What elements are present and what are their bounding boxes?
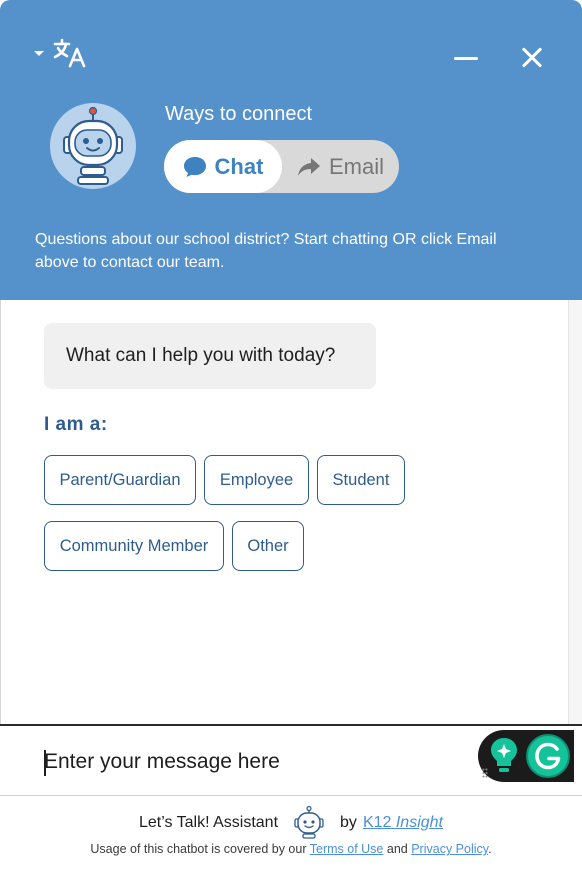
privacy-policy-link[interactable]: Privacy Policy (411, 842, 488, 856)
and-label: and (386, 842, 408, 856)
chat-tab-label: Chat (214, 153, 264, 179)
text-caret (44, 750, 46, 776)
option-community-member[interactable]: Community Member (44, 521, 224, 571)
legal-notice: Usage of this chatbot is covered by our … (0, 842, 582, 856)
share-arrow-icon (297, 157, 320, 176)
lightbulb-sparkle-icon (491, 738, 517, 772)
by-label: by (340, 814, 357, 831)
legal-prefix: Usage of this chatbot is covered by our (90, 842, 307, 856)
header-description: Questions about our school district? Sta… (35, 231, 497, 271)
option-employee[interactable]: Employee (204, 455, 309, 505)
grammarly-logo-icon (526, 734, 570, 778)
chat-tab[interactable]: Chat (164, 140, 282, 193)
terms-of-use-link[interactable]: Terms of Use (310, 842, 384, 856)
chat-bubble-icon (183, 156, 206, 177)
brand-insight: Insight (395, 814, 443, 831)
header-title: Ways to connect (165, 103, 313, 125)
close-icon[interactable] (518, 44, 546, 72)
caret-down-icon (34, 50, 44, 56)
role-prompt-label: I am a: (44, 414, 108, 435)
footer-branding: Let’s Talk! Assistant by K12 Insight (0, 806, 582, 840)
translate-icon (53, 38, 86, 68)
conversation-scrollbar[interactable] (568, 300, 582, 724)
assistant-name: Let’s Talk! Assistant (138, 814, 279, 831)
bot-message: What can I help you with today? (44, 323, 376, 389)
robot-icon (63, 106, 123, 185)
legal-period: . (488, 842, 492, 856)
contact-mode-toggle: Chat Email (164, 140, 399, 193)
robot-avatar (50, 103, 136, 189)
minimize-icon[interactable] (452, 44, 480, 72)
brand-k12: K12 (362, 814, 392, 831)
chat-header: Ways to connect Chat Email Questions abo… (0, 0, 582, 300)
chat-widget: Ways to connect Chat Email Questions abo… (0, 0, 582, 872)
grammarly-widget[interactable] (478, 730, 574, 782)
robot-logo-icon (294, 806, 324, 839)
powered-by: by K12 Insight (340, 814, 443, 832)
language-selector[interactable] (34, 38, 88, 68)
option-other[interactable]: Other (232, 521, 304, 571)
k12-insight-link[interactable]: K12 Insight (363, 814, 443, 832)
option-student[interactable]: Student (317, 455, 405, 505)
email-tab-label: Email (328, 153, 384, 179)
option-parent-guardian[interactable]: Parent/Guardian (44, 455, 196, 505)
message-input[interactable] (44, 746, 464, 778)
email-tab[interactable]: Email (282, 140, 399, 193)
